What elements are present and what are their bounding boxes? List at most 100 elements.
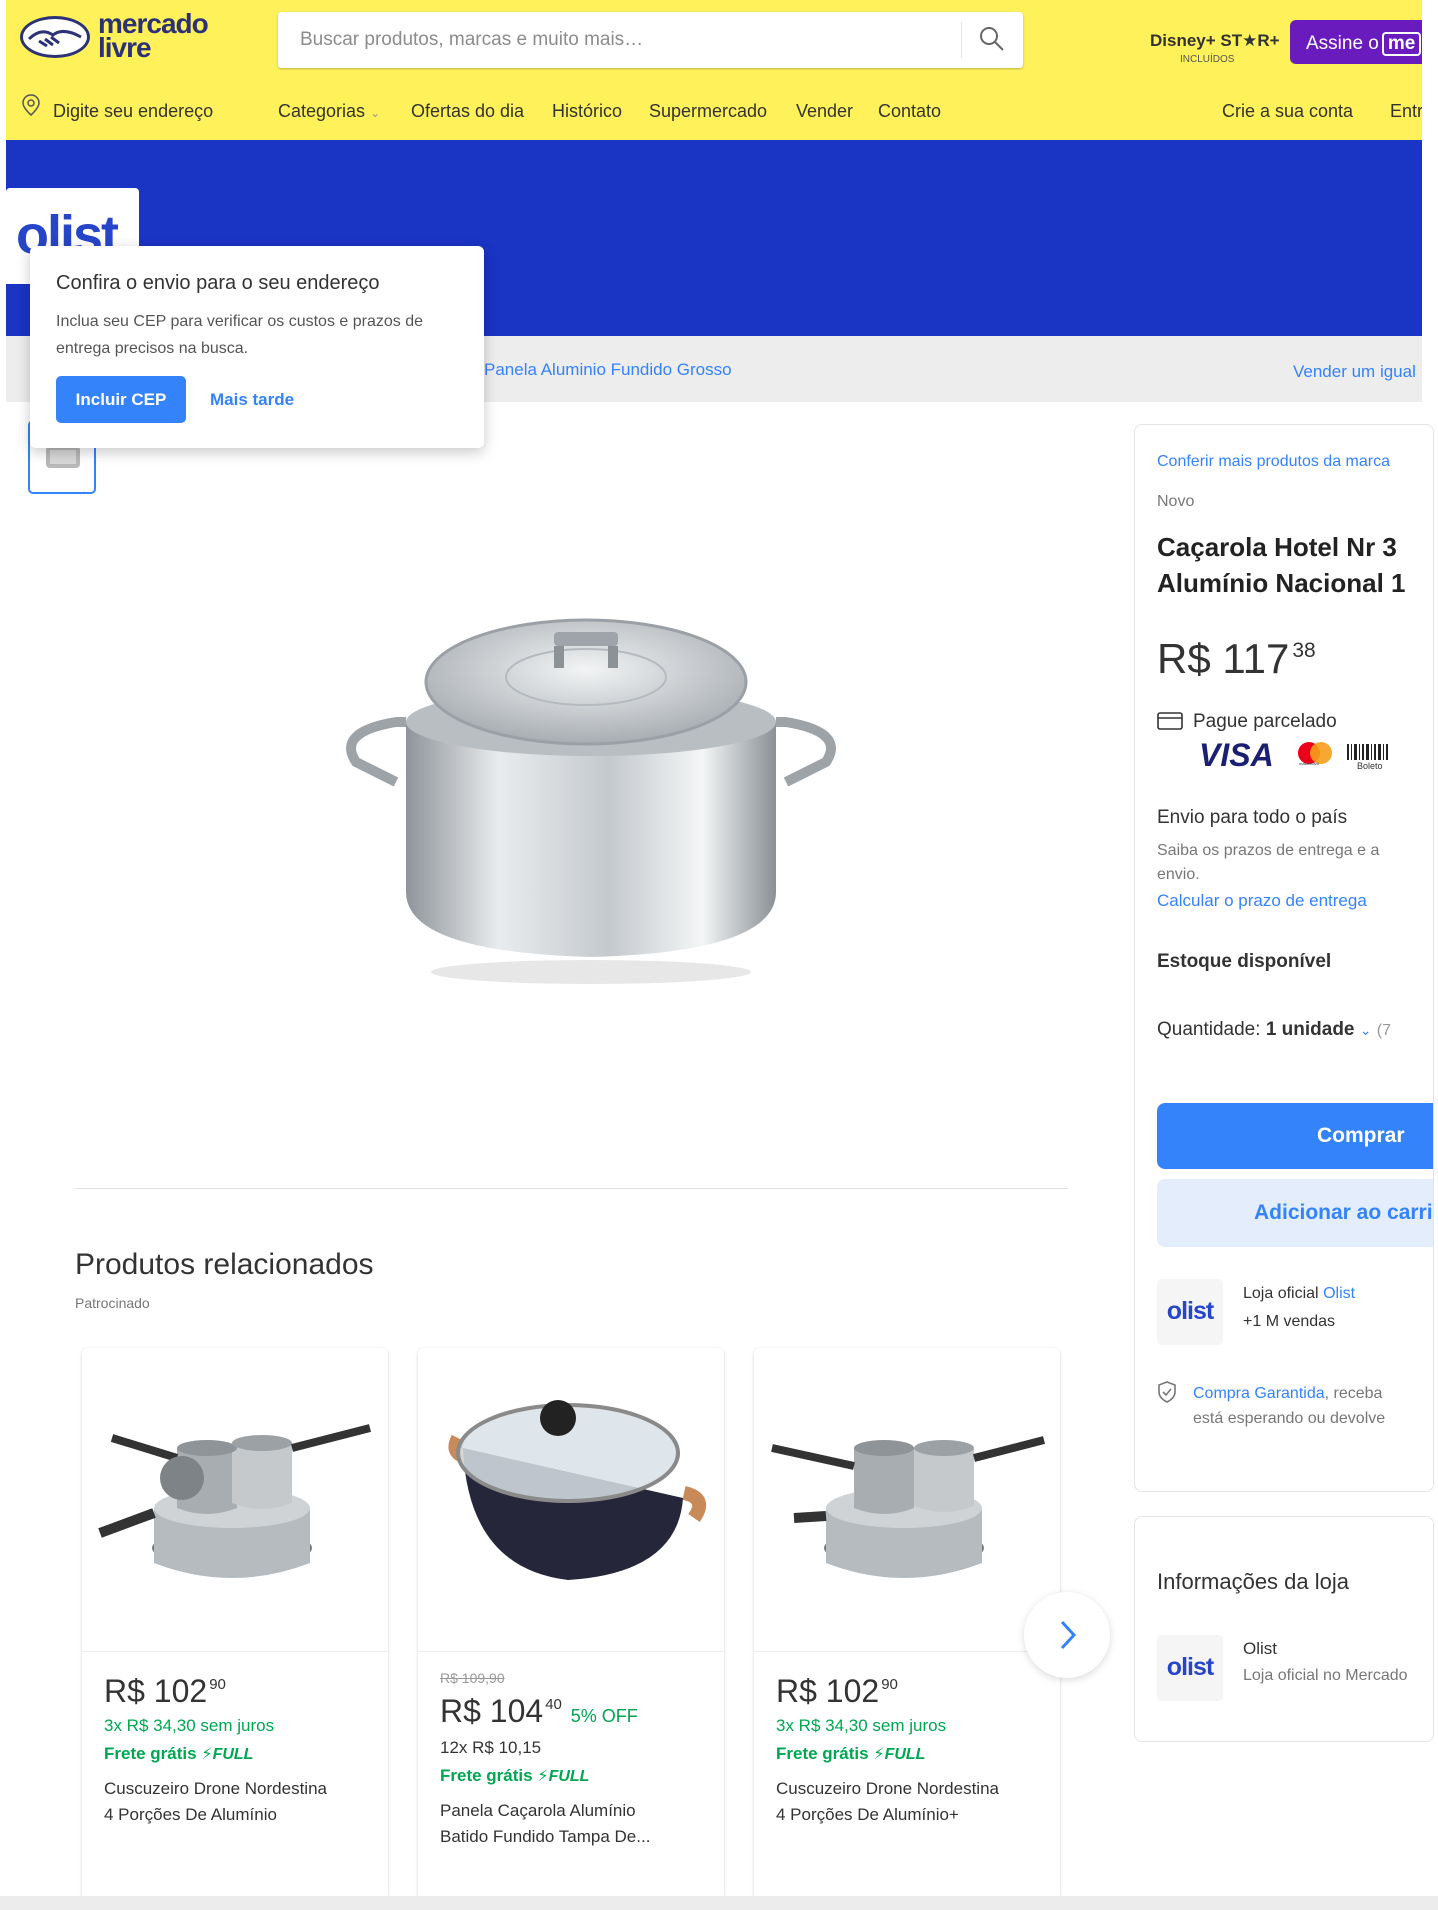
chevron-right-icon [1060, 1620, 1077, 1650]
quantity-selector[interactable]: Quantidade: 1 unidade ⌄ (7 [1157, 1019, 1391, 1041]
related-product-name: Cuscuzeiro Drone Nordestina 4 Porções De … [776, 1776, 1046, 1828]
quantity-label: Quantidade: [1157, 1019, 1261, 1040]
include-cep-button[interactable]: Incluir CEP [56, 376, 186, 423]
free-shipping: Frete grátis ⚡FULL [104, 1744, 253, 1764]
name-line1: Cuscuzeiro Drone Nordestina [776, 1779, 999, 1798]
product-main-image[interactable] [336, 612, 846, 992]
brand-products-link[interactable]: Conferir mais produtos da marca [1157, 453, 1390, 471]
quantity-value: 1 unidade [1265, 1019, 1355, 1040]
calculate-shipping-link[interactable]: Calcular o prazo de entrega [1157, 891, 1367, 911]
mastercard-caption: mastercard [1299, 761, 1320, 766]
page-bottom-edge [0, 1896, 1438, 1910]
related-product-card[interactable]: R$ 109,90 R$ 104 40 5% OFF 12x R$ 10,15 F… [418, 1348, 724, 1900]
name-line1: Panela Caçarola Alumínio [440, 1801, 636, 1820]
full-label: FULL [212, 1746, 254, 1763]
meli-plus-badge: me [1381, 32, 1422, 56]
free-shipping-label: Frete grátis [776, 1744, 869, 1763]
product-title-line1: Caçarola Hotel Nr 3 [1157, 532, 1397, 562]
popup-title: Confira o envio para o seu endereço [56, 272, 380, 294]
nav-ofertas[interactable]: Ofertas do dia [411, 101, 524, 122]
name-line2: 4 Porções De Alumínio [104, 1805, 277, 1824]
sell-similar-link[interactable]: Vender um igual [1293, 362, 1422, 382]
search-divider [961, 22, 962, 58]
address-link[interactable]: Digite seu endereço [53, 101, 213, 122]
store-info-logo[interactable]: olist [1157, 1635, 1223, 1701]
related-product-name: Panela Caçarola Alumínio Batido Fundido T… [440, 1798, 710, 1850]
mercado-livre-logo[interactable]: mercado livre [20, 10, 210, 63]
full-label: FULL [548, 1768, 590, 1785]
nav-vender[interactable]: Vender [796, 101, 853, 122]
breadcrumb[interactable]: Panela Aluminio Fundido Grosso [484, 360, 732, 380]
shipping-desc-line2: envio. [1157, 866, 1200, 883]
store-info-name[interactable]: Olist [1243, 1639, 1277, 1659]
price-cents: 90 [209, 1676, 226, 1693]
create-account-link[interactable]: Crie a sua conta [1222, 101, 1353, 122]
logo-wordmark: mercado livre [98, 10, 209, 63]
nav-supermercado[interactable]: Supermercado [649, 101, 767, 122]
shipping-desc-line1: Saiba os prazos de entrega e a [1157, 842, 1380, 859]
related-product-price: R$ 102 90 [104, 1673, 226, 1710]
boleto-logo: Boleto [1345, 743, 1389, 771]
product-title: Caçarola Hotel Nr 3 Alumínio Nacional 1 [1157, 529, 1406, 601]
full-badge: ⚡FULL [537, 1768, 590, 1785]
nav-historico[interactable]: Histórico [552, 101, 622, 122]
shipping-description: Saiba os prazos de entrega e a envio. [1157, 839, 1379, 887]
price-integer: R$ 117 [1157, 635, 1290, 682]
related-product-old-price: R$ 109,90 [440, 1670, 505, 1686]
buy-now-button[interactable]: Comprar [1157, 1103, 1433, 1169]
discount-badge: 5% OFF [570, 1706, 638, 1726]
price-integer: R$ 102 [104, 1673, 208, 1709]
related-product-card[interactable]: R$ 102 90 3x R$ 34,30 sem juros Frete grá… [754, 1348, 1060, 1900]
installments-label[interactable]: Pague parcelado [1193, 711, 1337, 733]
free-shipping: Frete grátis ⚡FULL [776, 1744, 925, 1764]
guarantee-text-1: , receba [1324, 1385, 1383, 1402]
seller-link[interactable]: Olist [1323, 1285, 1355, 1302]
related-product-card[interactable]: R$ 102 90 3x R$ 34,30 sem juros Frete grá… [82, 1348, 388, 1900]
quantity-available: (7 [1376, 1022, 1392, 1039]
search-icon[interactable] [978, 25, 1006, 53]
logo-line2: livre [98, 32, 152, 63]
handshake-icon [20, 16, 90, 58]
seller-sales: +1 M vendas [1243, 1313, 1336, 1330]
related-product-installments: 3x R$ 34,30 sem juros [776, 1716, 947, 1735]
price-cents: 40 [545, 1696, 562, 1713]
subscribe-button[interactable]: Assine o me [1290, 20, 1422, 64]
price-cents: 38 [1292, 639, 1316, 662]
product-price: R$ 117 38 [1157, 635, 1316, 683]
name-line1: Cuscuzeiro Drone Nordestina [104, 1779, 327, 1798]
related-product-image [418, 1348, 724, 1652]
store-info-title: Informações da loja [1157, 1569, 1349, 1594]
subscribe-label: Assine o [1306, 33, 1379, 54]
chevron-down-icon: ⌄ [370, 106, 381, 120]
sponsored-label: Patrocinado [75, 1295, 150, 1311]
free-shipping: Frete grátis ⚡FULL [440, 1766, 589, 1786]
related-product-installments: 12x R$ 10,15 [440, 1738, 542, 1757]
add-to-cart-button[interactable]: Adicionar ao carrinho [1157, 1179, 1433, 1247]
search-placeholder: Buscar produtos, marcas e muito mais… [300, 29, 644, 50]
carousel-next-button[interactable] [1024, 1592, 1110, 1678]
store-info-desc: Loja oficial no Mercado [1243, 1667, 1408, 1684]
section-divider [75, 1188, 1068, 1189]
free-shipping-label: Frete grátis [440, 1766, 533, 1785]
store-info-box: Informações da loja olist Olist Loja ofi… [1134, 1516, 1434, 1742]
related-product-price: R$ 104 40 5% OFF [440, 1693, 638, 1730]
price-integer: R$ 104 [440, 1693, 544, 1729]
seller-logo[interactable]: olist [1157, 1279, 1223, 1345]
nav-categorias-label: Categorias [278, 101, 366, 121]
later-button[interactable]: Mais tarde [210, 390, 294, 410]
boleto-caption: Boleto [1357, 761, 1383, 771]
guarantee-link[interactable]: Compra Garantida [1193, 1385, 1325, 1402]
price-cents: 90 [881, 1676, 898, 1693]
disney-star-promo[interactable]: Disney+ ST★R+ INCLUÍDOS [1150, 26, 1280, 70]
seller-prefix: Loja oficial [1243, 1285, 1319, 1302]
buy-box: Conferir mais produtos da marca Novo Caç… [1134, 424, 1434, 1492]
search-input[interactable]: Buscar produtos, marcas e muito mais… [278, 12, 1023, 68]
nav-contato[interactable]: Contato [878, 101, 941, 122]
nav-categorias[interactable]: Categorias ⌄ [278, 101, 380, 122]
visa-logo: VISA [1199, 737, 1274, 773]
full-badge: ⚡FULL [201, 1746, 254, 1763]
condition-label: Novo [1157, 493, 1195, 510]
name-line2: 4 Porções De Alumínio+ [776, 1805, 959, 1824]
card-icon [1157, 711, 1183, 731]
login-link[interactable]: Entre [1390, 101, 1422, 122]
